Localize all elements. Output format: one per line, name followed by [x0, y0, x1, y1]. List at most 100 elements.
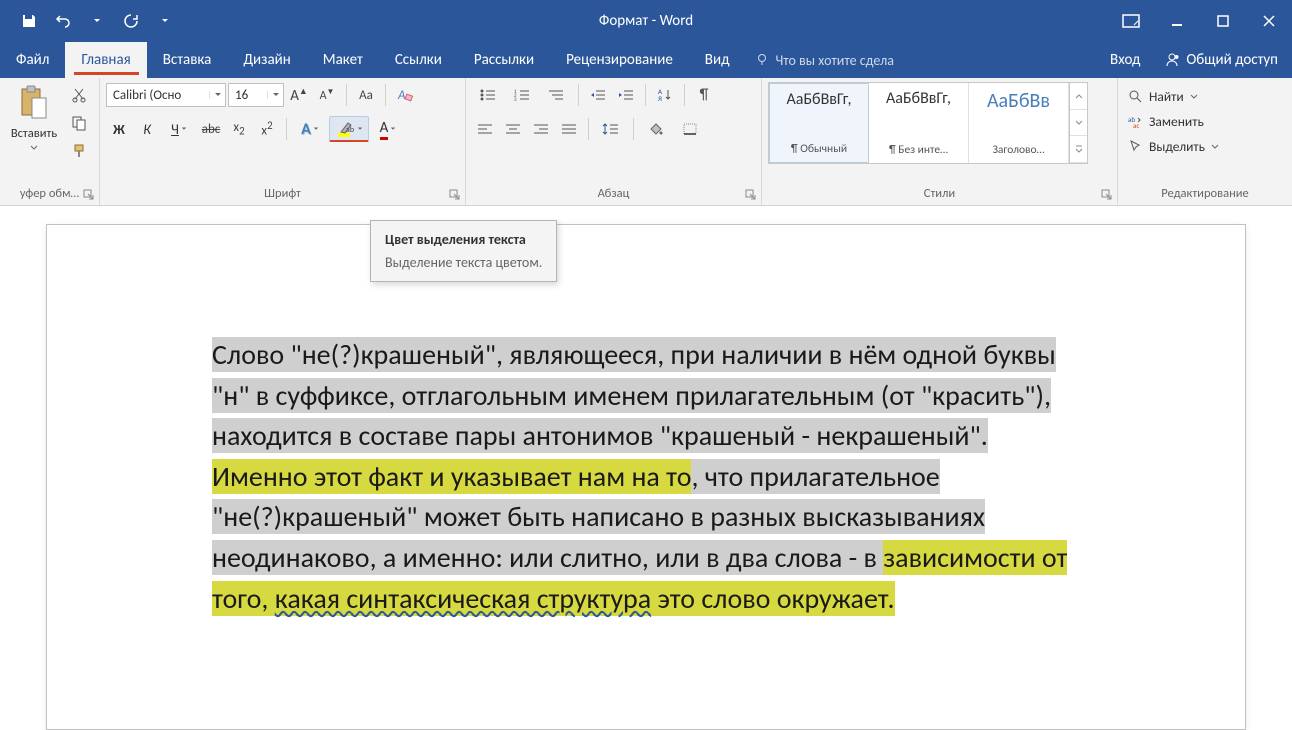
decrease-indent-button[interactable] [585, 82, 611, 108]
window-controls [1108, 0, 1292, 42]
clear-formatting-button[interactable]: A [392, 82, 418, 108]
tab-mailings[interactable]: Рассылки [458, 42, 550, 78]
paste-label: Вставить [11, 126, 57, 141]
paragraph-launcher[interactable] [745, 189, 757, 201]
ribbon-tabs: Файл Главная Вставка Дизайн Макет Ссылки… [0, 42, 1292, 78]
group-font: Calibri (Осно 16 A▲ A▼ Аа A Ж К Ч abc [100, 78, 466, 205]
multilevel-list-button[interactable] [540, 82, 572, 108]
lightbulb-icon [755, 53, 769, 67]
chevron-down-icon [30, 145, 38, 150]
select-button[interactable]: Выделить [1124, 136, 1223, 157]
font-family-combo[interactable]: Calibri (Осно [106, 83, 226, 107]
increase-indent-button[interactable] [613, 82, 639, 108]
sort-button[interactable]: AЯ [652, 82, 678, 108]
gallery-scroll [1069, 83, 1087, 163]
ribbon-display-icon[interactable] [1108, 0, 1154, 42]
font-size-value: 16 [229, 88, 267, 103]
gallery-up-icon[interactable] [1070, 83, 1087, 110]
undo-icon[interactable] [48, 6, 78, 36]
redo-icon[interactable] [116, 6, 146, 36]
tooltip-desc: Выделение текста цветом. [385, 254, 542, 271]
tab-review[interactable]: Рецензирование [550, 42, 689, 78]
align-right-button[interactable] [528, 116, 554, 142]
tab-home[interactable]: Главная [65, 42, 146, 78]
bullets-button[interactable] [472, 82, 504, 108]
tell-me-placeholder: Что вы хотите сдела [775, 52, 894, 69]
share-label: Общий доступ [1186, 51, 1278, 69]
borders-button[interactable] [674, 116, 706, 142]
shrink-font-button[interactable]: A▼ [314, 82, 340, 108]
replace-button[interactable]: abac Заменить [1124, 111, 1208, 132]
svg-text:ab: ab [346, 125, 354, 135]
gallery-down-icon[interactable] [1070, 110, 1087, 137]
tell-me-search[interactable]: Что вы хотите сдела [745, 42, 904, 78]
tooltip-title: Цвет выделения текста [385, 231, 542, 248]
group-styles: АаБбВвГг, ¶ Обычный АаБбВвГг, ¶ Без инте… [762, 78, 1118, 205]
styles-launcher[interactable] [1101, 189, 1113, 201]
qat-customize-icon[interactable] [150, 6, 180, 36]
highlighter-icon: ab [336, 120, 356, 138]
superscript-button[interactable]: x2 [254, 116, 280, 142]
group-font-label: Шрифт [106, 183, 459, 203]
clipboard-launcher[interactable] [83, 189, 95, 201]
format-painter-button[interactable] [66, 138, 92, 164]
tab-file[interactable]: Файл [0, 42, 65, 78]
style-normal[interactable]: АаБбВвГг, ¶ Обычный [769, 83, 869, 163]
strikethrough-button[interactable]: abc [198, 116, 224, 142]
grow-font-button[interactable]: A▲ [286, 82, 312, 108]
tab-view[interactable]: Вид [689, 42, 746, 78]
find-button[interactable]: Найти [1124, 86, 1202, 107]
group-editing-label: Редактирование [1124, 183, 1286, 203]
bold-button[interactable]: Ж [106, 116, 132, 142]
text-highlight-button[interactable]: ab [329, 116, 369, 142]
paste-icon [18, 84, 50, 122]
group-clipboard-label: уфер обм… [6, 183, 93, 203]
tooltip-highlight: Цвет выделения текста Выделение текста ц… [370, 220, 557, 282]
italic-button[interactable]: К [134, 116, 160, 142]
tab-design[interactable]: Дизайн [227, 42, 306, 78]
tab-references[interactable]: Ссылки [379, 42, 458, 78]
numbering-button[interactable]: 123 [506, 82, 538, 108]
sign-in-link[interactable]: Вход [1100, 51, 1150, 69]
style-preview: АаБбВв [987, 89, 1050, 113]
align-center-button[interactable] [500, 116, 526, 142]
group-styles-label: Стили [768, 183, 1111, 203]
window-title: Формат - Word [599, 12, 693, 30]
chevron-down-icon [209, 91, 225, 99]
show-marks-button[interactable]: ¶ [691, 82, 717, 108]
search-icon [1128, 89, 1143, 104]
close-icon[interactable] [1246, 0, 1292, 42]
group-paragraph-label: Абзац [472, 183, 755, 203]
underline-button[interactable]: Ч [162, 116, 196, 142]
replace-icon: abac [1128, 114, 1143, 129]
style-heading1[interactable]: АаБбВв Заголово… [969, 83, 1069, 163]
justify-button[interactable] [556, 116, 582, 142]
tab-insert[interactable]: Вставка [147, 42, 228, 78]
tab-layout[interactable]: Макет [307, 42, 379, 78]
document-area: Слово "не(?)крашеный", являющееся, при н… [0, 206, 1292, 730]
font-size-combo[interactable]: 16 [228, 83, 284, 107]
gallery-more-icon[interactable] [1070, 136, 1087, 163]
cut-button[interactable] [66, 82, 92, 108]
maximize-icon[interactable] [1200, 0, 1246, 42]
change-case-button[interactable]: Аа [353, 82, 379, 108]
font-color-button[interactable]: A [371, 116, 405, 142]
minimize-icon[interactable] [1154, 0, 1200, 42]
copy-icon [71, 115, 87, 131]
text-effects-button[interactable]: A [293, 116, 327, 142]
share-button[interactable]: Общий доступ [1150, 51, 1292, 69]
line-spacing-button[interactable] [595, 116, 627, 142]
document-paragraph[interactable]: Слово "не(?)крашеный", являющееся, при н… [212, 335, 1080, 619]
paste-button[interactable]: Вставить [6, 82, 62, 152]
align-left-button[interactable] [472, 116, 498, 142]
ribbon: Вставить уфер обм… Calibri (Осно 16 [0, 78, 1292, 206]
subscript-button[interactable]: x2 [226, 116, 252, 142]
style-nospacing[interactable]: АаБбВвГг, ¶ Без инте… [869, 83, 969, 163]
copy-button[interactable] [66, 110, 92, 136]
svg-text:Я: Я [658, 94, 662, 103]
shading-button[interactable] [640, 116, 672, 142]
save-icon[interactable] [14, 6, 44, 36]
undo-more-icon[interactable] [82, 6, 112, 36]
group-editing: Найти abac Заменить Выделить Редактирова… [1118, 78, 1292, 205]
font-launcher[interactable] [449, 189, 461, 201]
